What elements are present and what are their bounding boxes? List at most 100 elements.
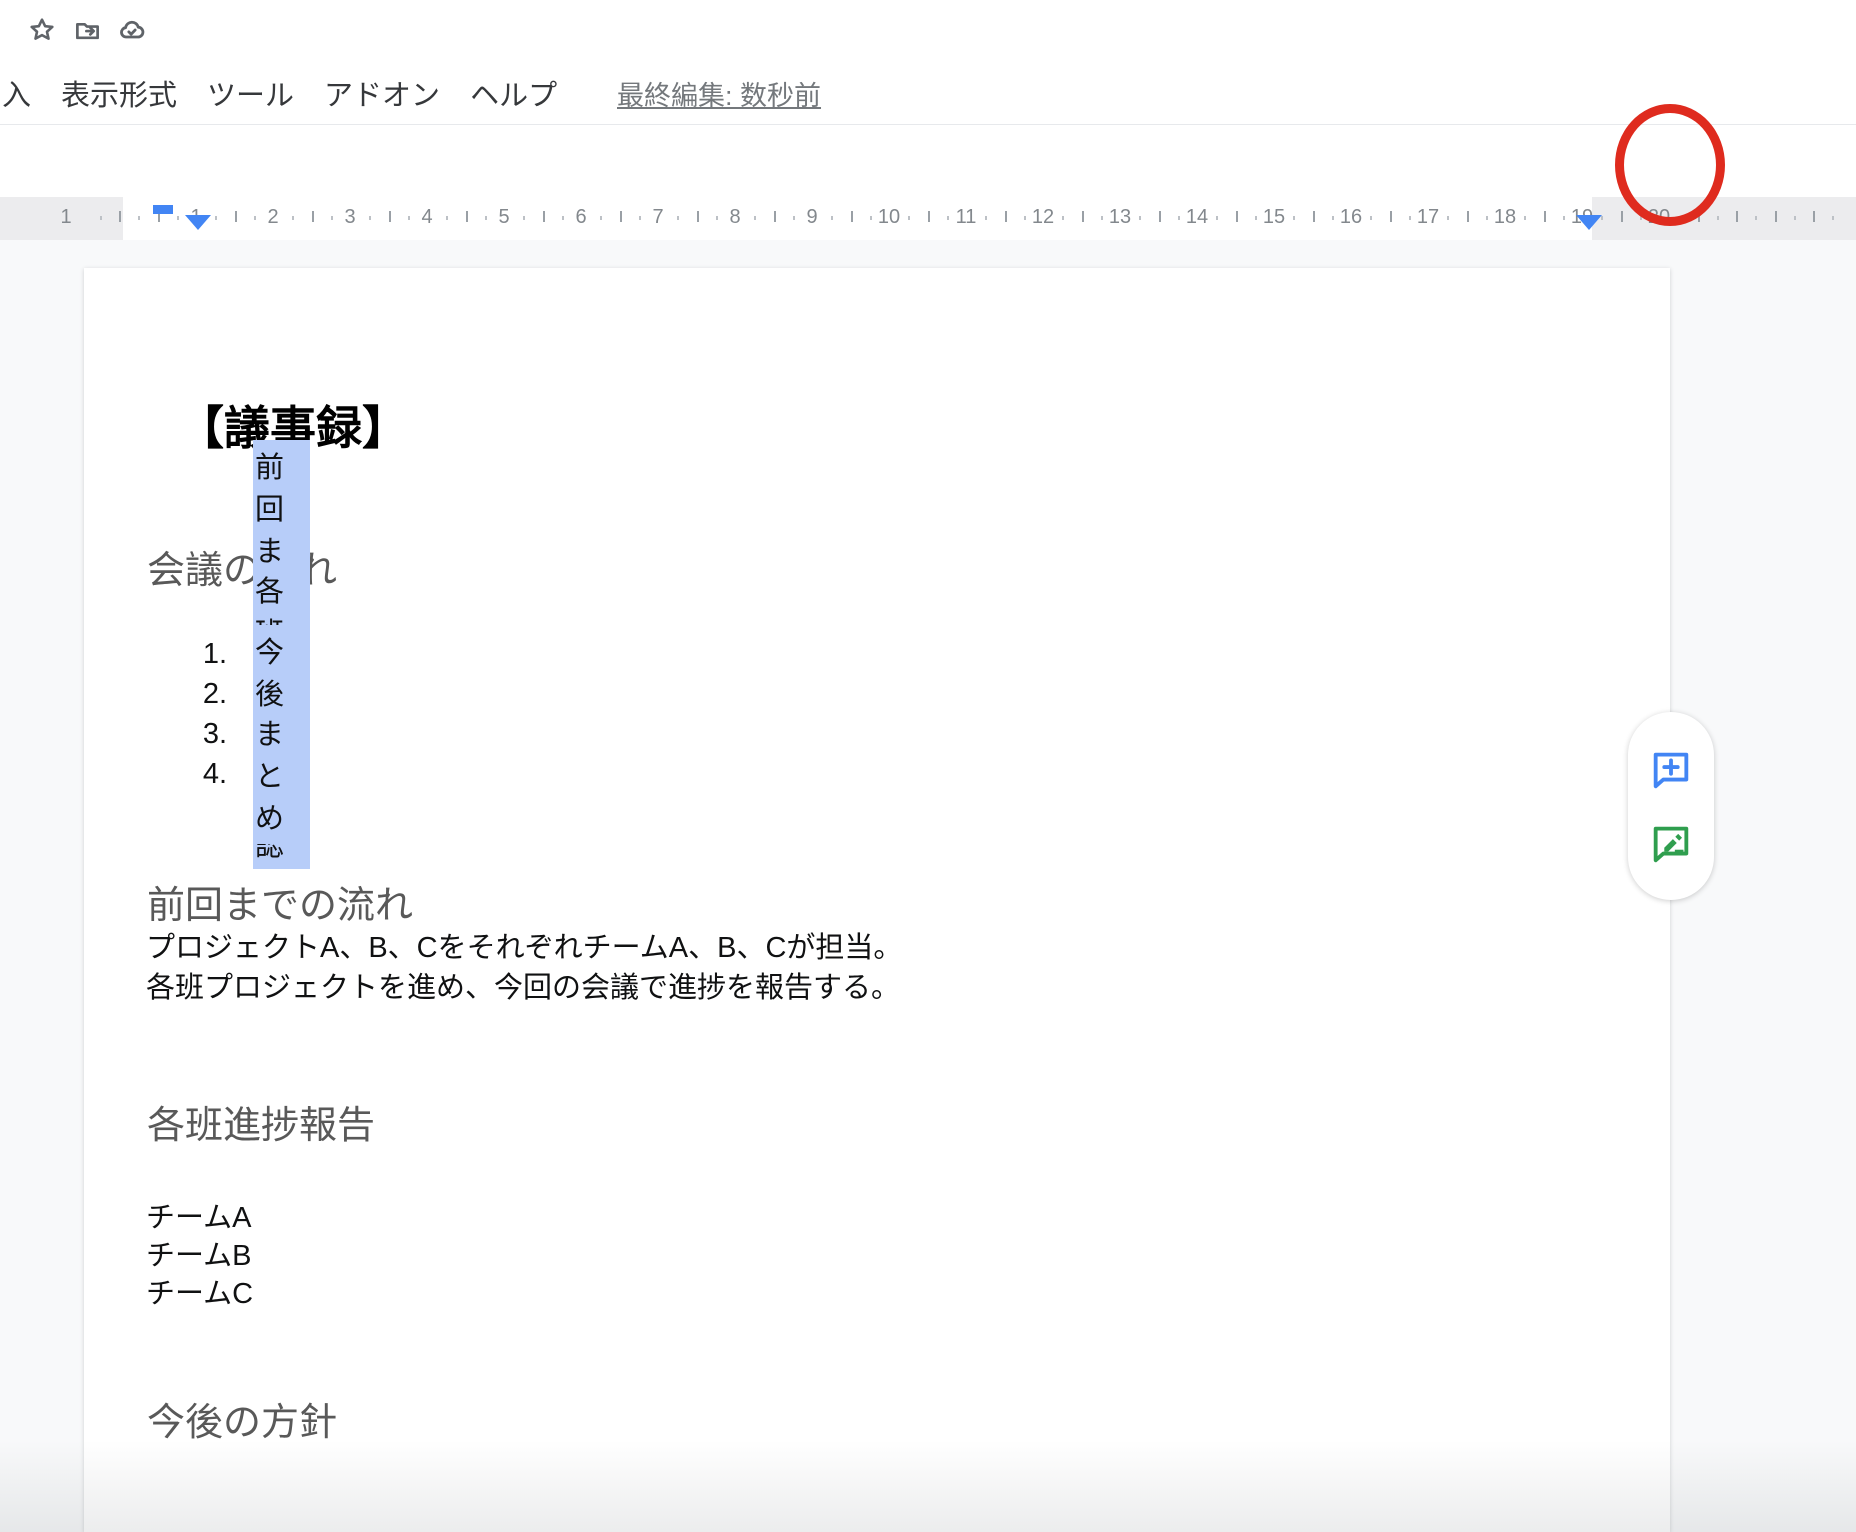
ruler-tick	[1370, 216, 1372, 220]
ruler-tick	[1178, 216, 1180, 220]
ruler-tick	[870, 216, 872, 220]
ruler-margin-number: 1	[60, 206, 71, 229]
heading-progress: 各班進捗報告	[147, 1094, 375, 1149]
heading-previous: 前回までの流れ	[147, 874, 413, 929]
ruler-tick	[100, 216, 102, 220]
comment-plus-icon	[1648, 746, 1694, 792]
ruler-tick	[389, 211, 391, 222]
ruler-tick	[1216, 216, 1218, 220]
team-line: チームC	[146, 1270, 253, 1312]
ruler-tick	[1005, 211, 1007, 222]
ruler-tick	[1236, 211, 1238, 222]
ruler-tick	[831, 216, 833, 220]
ruler-tick	[639, 216, 641, 220]
ruler-tick	[1544, 211, 1546, 222]
ruler-tick	[562, 216, 564, 220]
ruler-tick	[408, 216, 410, 220]
ruler-number: 13	[1109, 206, 1131, 229]
ruler-number: 10	[878, 206, 900, 229]
ruler-number: 12	[1032, 206, 1054, 229]
ruler-number: 7	[652, 206, 663, 229]
ruler-tick	[1524, 216, 1526, 220]
ruler-tick	[1159, 211, 1161, 222]
right-indent-marker[interactable]	[1576, 215, 1602, 230]
ruler-tick	[774, 211, 776, 222]
ruler-number: 5	[498, 206, 509, 229]
ruler-tick	[466, 211, 468, 222]
star-icon[interactable]	[28, 16, 56, 44]
ruler-tick	[331, 216, 333, 220]
ruler-number: 6	[575, 206, 586, 229]
ruler-tick	[1832, 216, 1834, 220]
ruler-tick	[908, 216, 910, 220]
ruler-tick	[1409, 216, 1411, 220]
document-page[interactable]: 【議事録】 会議の流れ 1. 前回までの流れの確認 2. 各班進捗報告 3. 今…	[84, 268, 1670, 1532]
team-line: チームB	[146, 1232, 251, 1274]
ruler-tick	[928, 211, 930, 222]
ruler-tick	[716, 216, 718, 220]
suggest-edits-side-button[interactable]	[1647, 819, 1695, 867]
menu-format[interactable]: 表示形式	[61, 72, 177, 114]
ruler-tick	[1775, 211, 1777, 222]
team-line: チームA	[146, 1194, 251, 1236]
list-number: 3.	[179, 718, 227, 751]
ruler-tick	[677, 216, 679, 220]
ruler-tick	[1794, 216, 1796, 220]
left-indent-marker[interactable]	[185, 215, 211, 230]
ruler-tick	[1062, 216, 1064, 220]
heading-policy: 今後の方針	[147, 1391, 337, 1446]
folder-move-icon[interactable]	[73, 16, 101, 44]
selected-list-text: まとめ	[253, 707, 310, 842]
ruler-number: 4	[421, 206, 432, 229]
menu-tools[interactable]: ツール	[207, 72, 294, 114]
ruler-number: 16	[1340, 206, 1362, 229]
first-line-indent-marker[interactable]	[153, 205, 173, 214]
menu-help[interactable]: ヘルプ	[470, 72, 557, 114]
ruler-tick	[446, 216, 448, 220]
ruler-tick	[119, 211, 121, 222]
ruler[interactable]: 1 1234567891011121314151617181920	[0, 197, 1856, 240]
ruler-tick	[543, 211, 545, 222]
ruler-tick	[1813, 211, 1815, 222]
ruler-tick	[1755, 216, 1757, 220]
body-text-line: プロジェクトA、B、CをそれぞれチームA、B、Cが担当。	[146, 928, 902, 968]
ruler-tick	[1024, 216, 1026, 220]
ruler-tick	[485, 216, 487, 220]
ruler-tick	[1101, 216, 1103, 220]
ruler-number: 11	[956, 206, 977, 229]
ruler-tick	[1736, 211, 1738, 222]
ruler-tick	[947, 216, 949, 220]
document-quick-actions	[28, 16, 146, 44]
ruler-number: 18	[1494, 206, 1516, 229]
ruler-tick	[177, 216, 179, 220]
ruler-tick	[697, 211, 699, 222]
ruler-tick	[793, 216, 795, 220]
ruler-tick	[1139, 216, 1141, 220]
ruler-number: 9	[806, 206, 817, 229]
ruler-tick	[1486, 216, 1488, 220]
cloud-check-icon[interactable]	[118, 16, 146, 44]
ruler-tick	[1717, 216, 1719, 220]
menu-bar: 入 表示形式 ツール アドオン ヘルプ	[2, 72, 557, 114]
ruler-tick	[1563, 216, 1565, 220]
ruler-tick	[1332, 216, 1334, 220]
list-number: 4.	[179, 758, 227, 791]
menu-addons[interactable]: アドオン	[324, 72, 440, 114]
list-number: 1.	[179, 638, 227, 671]
ruler-tick	[1313, 211, 1315, 222]
last-edit-link[interactable]: 最終編集: 数秒前	[617, 74, 821, 113]
ruler-tick	[620, 211, 622, 222]
ruler-tick	[985, 216, 987, 220]
add-comment-side-button[interactable]	[1647, 745, 1695, 793]
body-text-line: 各班プロジェクトを進め、今回の会議で進捗を報告する。	[146, 968, 900, 1008]
menu-insert-partial[interactable]: 入	[2, 72, 31, 114]
ruler-number: 2	[267, 206, 278, 229]
ruler-tick	[600, 216, 602, 220]
ruler-tick	[523, 216, 525, 220]
ruler-tick	[369, 216, 371, 220]
ruler-tick	[292, 216, 294, 220]
ruler-tick	[254, 216, 256, 220]
annotation-circle	[1615, 104, 1725, 226]
list-number: 2.	[179, 678, 227, 711]
ruler-tick	[138, 216, 140, 220]
